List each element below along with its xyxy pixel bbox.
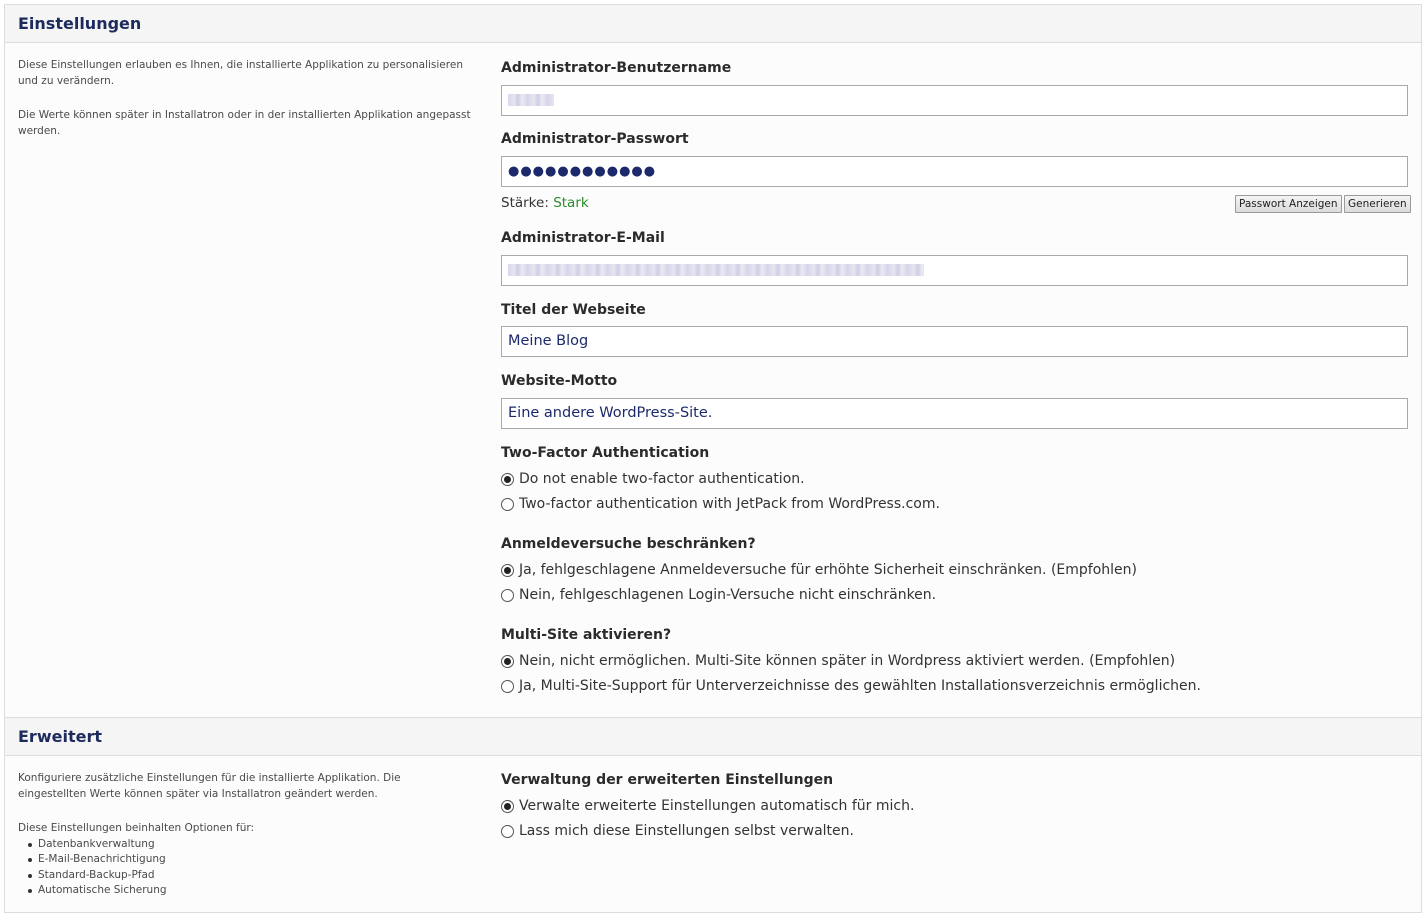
advanced-option-manual[interactable]: Lass mich diese Einstellungen selbst ver… (501, 823, 854, 839)
radio-button[interactable] (501, 824, 514, 838)
advanced-panel: Erweitert Konfiguriere zusätzliche Einst… (4, 717, 1422, 913)
admin-email-label: Administrator-E-Mail (501, 230, 665, 246)
show-password-button[interactable]: Passwort Anzeigen (1235, 195, 1342, 213)
two-factor-option-jetpack[interactable]: Two-factor authentication with JetPack f… (501, 496, 940, 512)
admin-password-label: Administrator-Passwort (501, 131, 689, 147)
list-item: Datenbankverwaltung (27, 837, 468, 853)
advanced-options-list: Datenbankverwaltung E-Mail-Benachrichtig… (18, 837, 468, 899)
advanced-description-text: Diese Einstellungen beinhalten Optionen … (18, 822, 255, 834)
site-motto-label: Website-Motto (501, 373, 618, 389)
redacted-email (508, 264, 924, 276)
radio-button[interactable] (501, 588, 514, 602)
radio-option-label: Do not enable two-factor authentication. (519, 471, 805, 487)
settings-panel-title: Einstellungen (18, 14, 142, 33)
settings-panel: Einstellungen Diese Einstellungen erlaub… (4, 4, 1422, 718)
radio-option-label: Lass mich diese Einstellungen selbst ver… (519, 823, 854, 839)
settings-description-text: Die Werte können später in Installatron … (18, 109, 471, 137)
two-factor-option-disable[interactable]: Do not enable two-factor authentication. (501, 471, 805, 487)
admin-password-input[interactable]: ●●●●●●●●●●●● (501, 156, 1408, 187)
two-factor-label: Two-Factor Authentication (501, 445, 710, 461)
login-limit-option-yes[interactable]: Ja, fehlgeschlagene Anmeldeversuche für … (501, 562, 1137, 578)
list-item: Standard-Backup-Pfad (27, 868, 468, 884)
advanced-description-text: Konfiguriere zusätzliche Einstellungen f… (18, 772, 401, 800)
settings-description: Diese Einstellungen erlauben es Ihnen, d… (18, 58, 478, 158)
advanced-panel-header: Erweitert (5, 718, 1421, 756)
radio-button[interactable] (501, 799, 514, 813)
list-item: E-Mail-Benachrichtigung (27, 852, 468, 868)
advanced-panel-title: Erweitert (18, 727, 102, 746)
multisite-option-yes[interactable]: Ja, Multi-Site-Support für Unterverzeich… (501, 678, 1201, 694)
settings-description-text: Diese Einstellungen erlauben es Ihnen, d… (18, 59, 463, 87)
radio-button[interactable] (501, 654, 514, 668)
redacted-username (508, 94, 554, 106)
radio-option-label: Ja, fehlgeschlagene Anmeldeversuche für … (519, 562, 1137, 578)
password-strength: Stärke: Stark (501, 195, 589, 211)
site-title-label: Titel der Webseite (501, 302, 646, 318)
password-strength-value: Stark (553, 195, 589, 211)
radio-option-label: Ja, Multi-Site-Support für Unterverzeich… (519, 678, 1201, 694)
login-limit-option-no[interactable]: Nein, fehlgeschlagenen Login-Versuche ni… (501, 587, 936, 603)
site-motto-input[interactable]: Eine andere WordPress-Site. (501, 398, 1408, 429)
radio-button[interactable] (501, 679, 514, 693)
radio-option-label: Two-factor authentication with JetPack f… (519, 496, 940, 512)
admin-username-input[interactable] (501, 85, 1408, 116)
radio-button[interactable] (501, 472, 514, 486)
password-strength-label: Stärke: (501, 195, 549, 211)
list-item: Automatische Sicherung (27, 883, 468, 899)
settings-panel-header: Einstellungen (5, 5, 1421, 43)
radio-button[interactable] (501, 563, 514, 577)
site-title-input[interactable]: Meine Blog (501, 326, 1408, 357)
advanced-option-auto[interactable]: Verwalte erweiterte Einstellungen automa… (501, 798, 914, 814)
password-mask: ●●●●●●●●●●●● (508, 164, 657, 179)
login-limit-label: Anmeldeversuche beschränken? (501, 536, 756, 552)
radio-option-label: Verwalte erweiterte Einstellungen automa… (519, 798, 915, 814)
admin-email-input[interactable] (501, 255, 1408, 286)
radio-option-label: Nein, nicht ermöglichen. Multi-Site könn… (519, 653, 1176, 669)
generate-password-button[interactable]: Generieren (1344, 195, 1411, 213)
advanced-description: Konfiguriere zusätzliche Einstellungen f… (18, 771, 468, 899)
radio-button[interactable] (501, 497, 514, 511)
radio-option-label: Nein, fehlgeschlagenen Login-Versuche ni… (519, 587, 937, 603)
multisite-label: Multi-Site aktivieren? (501, 627, 672, 643)
multisite-option-no[interactable]: Nein, nicht ermöglichen. Multi-Site könn… (501, 653, 1175, 669)
admin-username-label: Administrator-Benutzername (501, 60, 732, 76)
advanced-management-label: Verwaltung der erweiterten Einstellungen (501, 772, 834, 788)
